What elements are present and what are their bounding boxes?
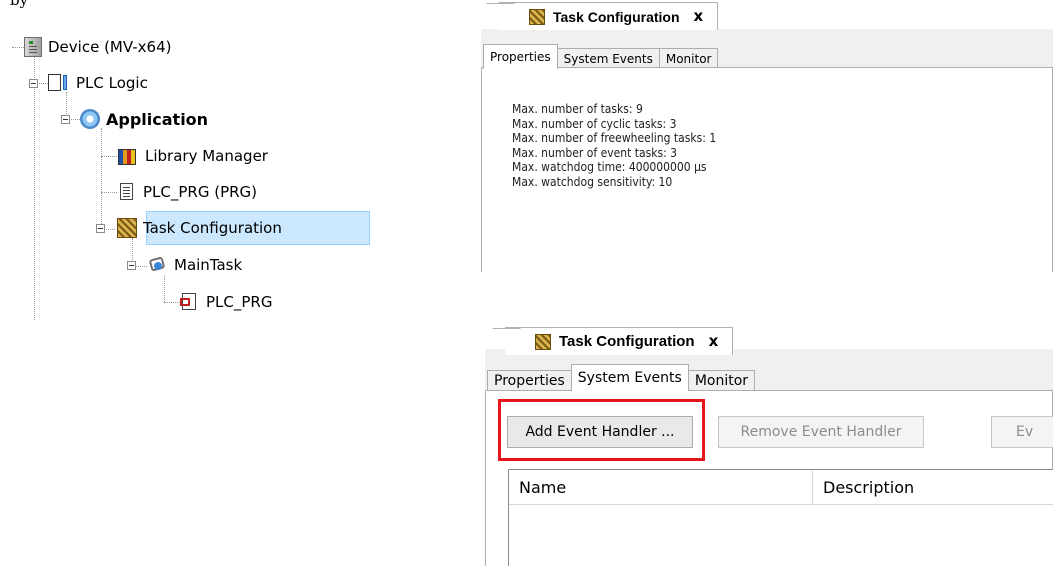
red-highlight-box [498, 399, 705, 461]
column-header-description[interactable]: Description [813, 470, 914, 504]
system-events-content: Add Event Handler ... Remove Event Handl… [485, 390, 1053, 566]
info-line: Max. watchdog time: 400000000 µs [512, 160, 707, 174]
table-header: Name Description [509, 470, 1053, 505]
tab-system-events[interactable]: System Events [570, 364, 689, 391]
tree-item-task-configuration[interactable]: Task Configuration [117, 214, 282, 242]
editor-document-tab[interactable]: Task Configuration x [499, 2, 719, 30]
info-line: Max. number of tasks: 9 [512, 102, 643, 116]
task-limits-info: Max. number of tasks: 9 Max. number of c… [512, 102, 716, 189]
task-configuration-icon [529, 8, 545, 25]
program-document-icon [117, 182, 137, 202]
main-task-icon [148, 255, 168, 275]
tab-system-events[interactable]: System Events [556, 48, 660, 69]
library-manager-icon [117, 146, 139, 166]
device-icon [24, 37, 42, 57]
tree-item-plc-prg-call[interactable]: PLC_PRG [180, 288, 272, 316]
tab-properties[interactable]: Properties [483, 44, 558, 69]
editor-tabs: Properties System Events Monitor [481, 44, 1053, 69]
tree-item-device[interactable]: Device (MV-x64) [24, 33, 171, 61]
editor-document-tab[interactable]: Task Configuration x [505, 327, 734, 355]
column-header-name[interactable]: Name [509, 470, 813, 504]
editor-tabs: Properties System Events Monitor [485, 364, 1053, 391]
tree-item-plc-prg[interactable]: PLC_PRG (PRG) [117, 178, 257, 206]
tree-item-application[interactable]: Application [80, 105, 208, 133]
remove-event-handler-button[interactable]: Remove Event Handler [718, 416, 924, 448]
tree-item-plc-logic[interactable]: PLC Logic [48, 69, 148, 97]
device-tree: Device (MV-x64) PLC Logic Application Li… [0, 0, 470, 566]
info-line: Max. number of event tasks: 3 [512, 145, 678, 160]
collapse-maintask-icon[interactable] [127, 261, 136, 270]
properties-content: Max. number of tasks: 9 Max. number of c… [481, 67, 1053, 272]
tree-item-library-manager[interactable]: Library Manager [117, 142, 268, 170]
task-configuration-icon [535, 333, 551, 350]
collapse-task-configuration-icon[interactable] [96, 224, 105, 233]
tab-monitor[interactable]: Monitor [687, 370, 756, 391]
tab-monitor[interactable]: Monitor [658, 48, 719, 69]
event-button-partial[interactable]: Ev [991, 416, 1053, 448]
tab-properties[interactable]: Properties [487, 370, 572, 391]
task-configuration-editor-properties: Task Configuration x Properties System E… [481, 0, 1053, 272]
info-line: Max. watchdog sensitivity: 10 [512, 174, 673, 189]
close-icon[interactable]: x [694, 9, 704, 24]
plc-logic-icon [48, 73, 70, 93]
task-configuration-icon [117, 218, 137, 238]
collapse-plc-logic-icon[interactable] [29, 79, 38, 88]
program-call-icon [180, 292, 200, 312]
tree-item-maintask[interactable]: MainTask [148, 251, 242, 279]
info-line: Max. number of cyclic tasks: 3 [512, 116, 677, 131]
task-configuration-editor-system-events: Task Configuration x Properties System E… [485, 320, 1053, 566]
application-gear-icon [80, 109, 100, 129]
collapse-application-icon[interactable] [61, 115, 70, 124]
close-icon[interactable]: x [709, 334, 719, 349]
info-line: Max. number of freewheeling tasks: 1 [512, 131, 717, 145]
event-handler-table: Name Description [508, 469, 1053, 566]
